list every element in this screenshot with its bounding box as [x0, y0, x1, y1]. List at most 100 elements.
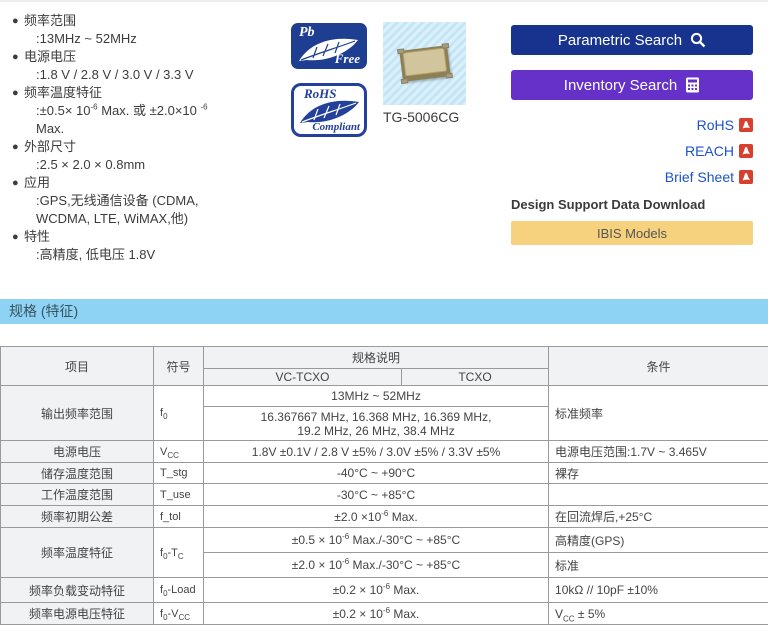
header-tcxo: TCXO	[402, 369, 549, 386]
doc-link-brief-sheet[interactable]: Brief Sheet	[511, 164, 753, 190]
cell-spec: ±0.2 × 10-6 Max.	[204, 578, 549, 603]
cell-condition: 标准频率	[549, 386, 768, 441]
bullet-value: :GPS,无线通信设备 (CDMA,WCDMA, LTE, WiMAX,他)	[10, 192, 290, 228]
bullet-title: 频率温度特征	[24, 84, 102, 102]
pdf-icon	[739, 144, 753, 158]
doc-link-rohs[interactable]: RoHS	[511, 112, 753, 138]
cell-item: 频率温度特征	[1, 528, 154, 578]
cell-condition: 在回流焊后,+25°C	[549, 506, 768, 528]
feature-bullet-list: ● 频率范围 :13MHz ~ 52MHz ● 电源电压 :1.8 V / 2.…	[10, 12, 290, 264]
table-row: 频率温度特征 f0-TC ±0.5 × 10-6 Max./-30°C ~ +8…	[1, 528, 768, 553]
doc-link-label: REACH	[685, 143, 734, 159]
bullet-item: ● 电源电压 :1.8 V / 2.8 V / 3.0 V / 3.3 V	[10, 48, 290, 84]
product-overview: ● 频率范围 :13MHz ~ 52MHz ● 电源电压 :1.8 V / 2.…	[0, 2, 768, 299]
bullet-value: :13MHz ~ 52MHz	[10, 30, 290, 48]
cell-item: 频率电源电压特征	[1, 603, 154, 625]
bullet-item: ● 频率范围 :13MHz ~ 52MHz	[10, 12, 290, 48]
cell-symbol: f0-Load	[154, 578, 204, 603]
cell-symbol: VCC	[154, 441, 204, 463]
crystal-chip-image	[399, 45, 450, 82]
header-vc-tcxo: VC-TCXO	[204, 369, 402, 386]
cell-item: 电源电压	[1, 441, 154, 463]
cell-item: 输出频率范围	[1, 386, 154, 441]
doc-link-reach[interactable]: REACH	[511, 138, 753, 164]
cell-spec: ±0.2 × 10-6 Max.	[204, 603, 549, 625]
inventory-search-label: Inventory Search	[564, 77, 677, 94]
cell-condition	[549, 484, 768, 506]
cell-condition: 标准	[549, 553, 768, 578]
cell-condition: 10kΩ // 10pF ±10%	[549, 578, 768, 603]
cell-spec: ±2.0 × 10-6 Max./-30°C ~ +85°C	[204, 553, 549, 578]
cell-spec: 16.367667 MHz, 16.368 MHz, 16.369 MHz,19…	[204, 407, 549, 441]
cell-spec: ±0.5 × 10-6 Max./-30°C ~ +85°C	[204, 528, 549, 553]
cell-symbol: f0	[154, 386, 204, 441]
cell-spec: 13MHz ~ 52MHz	[204, 386, 549, 407]
product-photo	[383, 22, 466, 105]
cell-condition: 电源电压范围:1.7V ~ 3.465V	[549, 441, 768, 463]
header-item: 项目	[1, 347, 154, 386]
table-row: 储存温度范围 T_stg -40°C ~ +90°C 裸存	[1, 463, 768, 484]
cell-spec: ±2.0 ×10-6 Max.	[204, 506, 549, 528]
bullet-value: :2.5 × 2.0 × 0.8mm	[10, 156, 290, 174]
bullet-dot: ●	[10, 228, 24, 246]
cell-item: 频率负载变动特征	[1, 578, 154, 603]
cell-spec: -30°C ~ +85°C	[204, 484, 549, 506]
bullet-dot: ●	[10, 138, 24, 156]
cell-symbol: f0-TC	[154, 528, 204, 578]
pb-free-label2: Free	[335, 51, 360, 67]
table-row: 输出频率范围 f0 13MHz ~ 52MHz 标准频率	[1, 386, 768, 407]
bullet-title: 应用	[24, 174, 50, 192]
header-symbol: 符号	[154, 347, 204, 386]
bullet-title: 特性	[24, 228, 50, 246]
document-links: RoHS REACH Brief Sheet	[511, 112, 753, 190]
action-column: Parametric Search Inventory Search RoHS	[511, 2, 753, 245]
table-row: 电源电压 VCC 1.8V ±0.1V / 2.8 V ±5% / 3.0V ±…	[1, 441, 768, 463]
inventory-search-button[interactable]: Inventory Search	[511, 70, 753, 100]
cell-symbol: f_tol	[154, 506, 204, 528]
cell-item: 频率初期公差	[1, 506, 154, 528]
bullet-item: ● 频率温度特征 :±0.5× 10-6 Max. 或 ±2.0×10 -6Ma…	[10, 84, 290, 138]
section-title: 规格 (特征)	[0, 299, 768, 324]
cell-condition: VCC ± 5%	[549, 603, 768, 625]
table-row: 工作温度范围 T_use -30°C ~ +85°C	[1, 484, 768, 506]
bullet-value: :1.8 V / 2.8 V / 3.0 V / 3.3 V	[10, 66, 290, 84]
bullet-value: :高精度, 低电压 1.8V	[10, 246, 290, 264]
cell-item: 工作温度范围	[1, 484, 154, 506]
bullet-item: ● 应用 :GPS,无线通信设备 (CDMA,WCDMA, LTE, WiMAX…	[10, 174, 290, 228]
cell-symbol: T_stg	[154, 463, 204, 484]
bullet-title: 电源电压	[24, 48, 76, 66]
pb-free-badge: Pb Free	[291, 23, 367, 69]
pdf-icon	[739, 170, 753, 184]
cell-condition: 裸存	[549, 463, 768, 484]
cell-symbol: T_use	[154, 484, 204, 506]
doc-link-label: RoHS	[697, 117, 734, 133]
cell-spec: 1.8V ±0.1V / 2.8 V ±5% / 3.0V ±5% / 3.3V…	[204, 441, 549, 463]
bullet-dot: ●	[10, 174, 24, 192]
bullet-dot: ●	[10, 48, 24, 66]
ibis-models-button[interactable]: IBIS Models	[511, 221, 753, 245]
cell-symbol: f0-VCC	[154, 603, 204, 625]
cell-spec: -40°C ~ +90°C	[204, 463, 549, 484]
parametric-search-label: Parametric Search	[558, 32, 682, 49]
bullet-title: 外部尺寸	[24, 138, 76, 156]
bullet-item: ● 特性 :高精度, 低电压 1.8V	[10, 228, 290, 264]
header-condition: 条件	[549, 347, 768, 386]
rohs-compliant-badge: RoHS Compliant	[291, 83, 367, 137]
bullet-dot: ●	[10, 12, 24, 30]
calculator-icon	[685, 77, 700, 93]
pdf-icon	[739, 118, 753, 132]
cell-item: 储存温度范围	[1, 463, 154, 484]
parametric-search-button[interactable]: Parametric Search	[511, 25, 753, 55]
table-row: 频率负载变动特征 f0-Load ±0.2 × 10-6 Max. 10kΩ /…	[1, 578, 768, 603]
doc-link-label: Brief Sheet	[665, 169, 734, 185]
bullet-dot: ●	[10, 84, 24, 102]
bullet-title: 频率范围	[24, 12, 76, 30]
header-spec-group: 规格说明	[204, 347, 549, 369]
design-support-heading: Design Support Data Download	[511, 197, 753, 212]
product-name: TG-5006CG	[383, 109, 459, 125]
rohs-label2: Compliant	[312, 121, 360, 133]
bullet-item: ● 外部尺寸 :2.5 × 2.0 × 0.8mm	[10, 138, 290, 174]
table-header-row: 项目 符号 规格说明 条件	[1, 347, 768, 369]
search-icon	[690, 32, 706, 48]
bullet-value: :±0.5× 10-6 Max. 或 ±2.0×10 -6Max.	[10, 102, 290, 138]
